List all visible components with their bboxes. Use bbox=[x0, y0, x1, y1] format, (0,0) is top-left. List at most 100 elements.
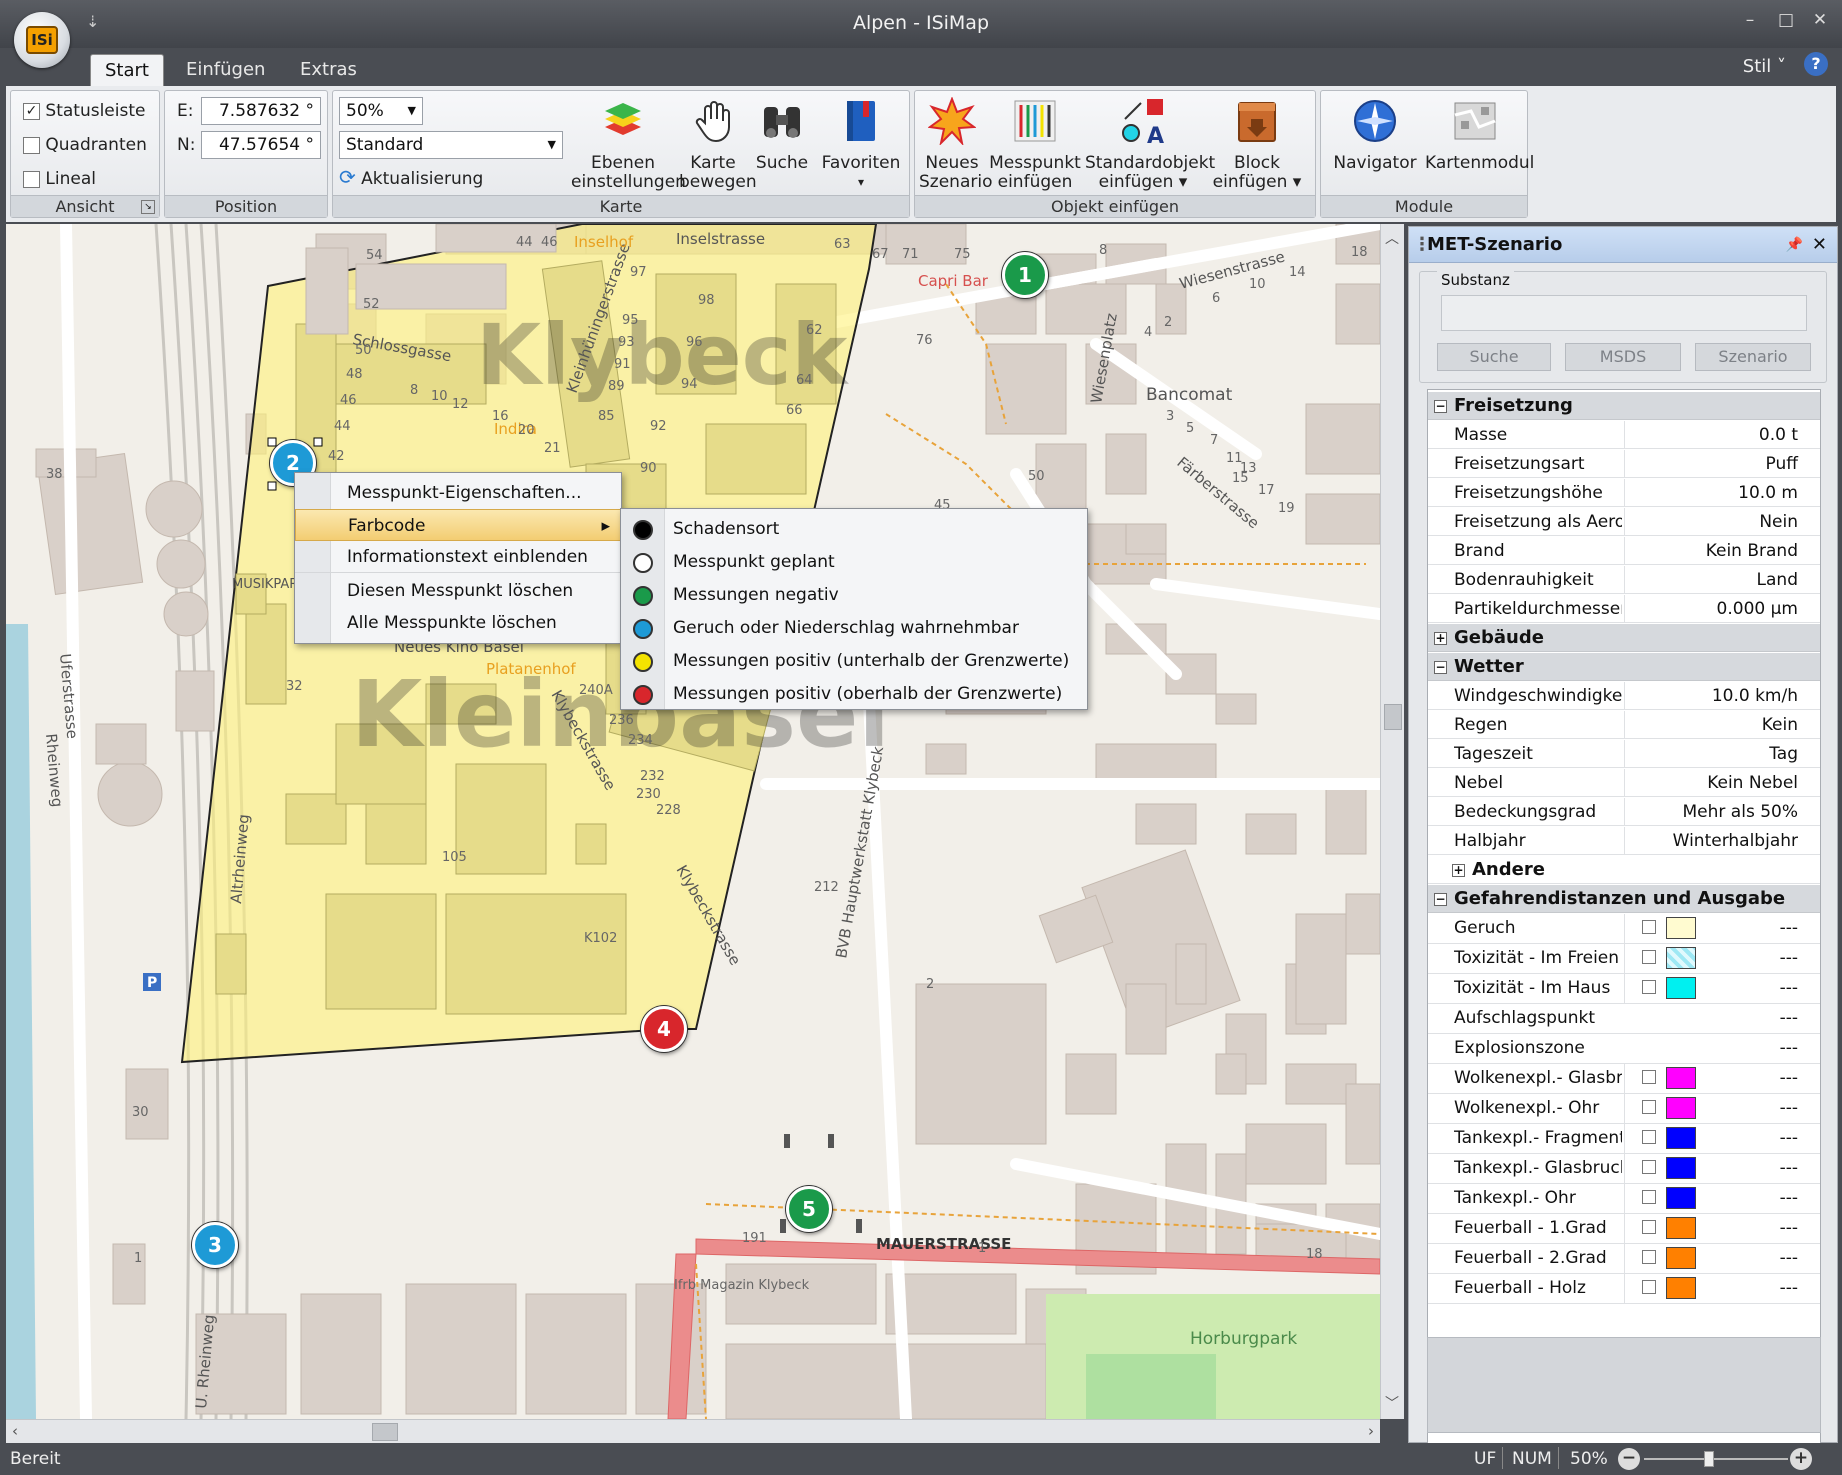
property-value[interactable]: Tag bbox=[1769, 744, 1798, 764]
output-row[interactable]: Tankexpl.- Fragment --- bbox=[1428, 1124, 1820, 1154]
output-row[interactable]: Toxizität - Im Haus --- bbox=[1428, 974, 1820, 1004]
output-checkbox[interactable] bbox=[1642, 1250, 1656, 1264]
tab-start[interactable]: Start bbox=[90, 54, 164, 86]
checkbox-lineal[interactable]: Lineal bbox=[23, 169, 96, 189]
grip-icon[interactable]: ⋮ bbox=[1413, 227, 1431, 263]
measurement-point-4[interactable]: 4 bbox=[641, 1006, 687, 1052]
refresh-button[interactable]: ⟳ Aktualisierung bbox=[339, 165, 483, 189]
property-value[interactable]: Kein Brand bbox=[1706, 541, 1798, 561]
measurement-point-1[interactable]: 1 bbox=[1002, 252, 1048, 298]
checkbox-statusleiste[interactable]: ✓ Statusleiste bbox=[23, 101, 145, 121]
insert-block-button[interactable]: Block einfügen ▾ bbox=[1205, 97, 1309, 197]
checkbox-quadranten[interactable]: Quadranten bbox=[23, 135, 147, 155]
collapse-icon[interactable]: − bbox=[1434, 400, 1447, 413]
output-row[interactable]: Feuerball - Holz --- bbox=[1428, 1274, 1820, 1304]
color-swatch[interactable] bbox=[1666, 1247, 1696, 1269]
navigator-button[interactable]: Navigator bbox=[1327, 97, 1423, 197]
pan-map-button[interactable]: Karte bewegen bbox=[679, 97, 757, 197]
collapse-icon[interactable]: − bbox=[1434, 893, 1447, 906]
scroll-right-icon[interactable]: › bbox=[1368, 1422, 1374, 1440]
property-row[interactable]: Windgeschwindigkeit 10.0 km/h bbox=[1428, 682, 1820, 710]
tab-einfuegen[interactable]: Einfügen bbox=[172, 54, 279, 86]
property-value[interactable]: Winterhalbjahr bbox=[1673, 831, 1798, 851]
output-checkbox[interactable] bbox=[1642, 950, 1656, 964]
favorites-button[interactable]: Favoriten ▾ bbox=[819, 97, 903, 197]
output-row[interactable]: Aufschlagspunkt --- bbox=[1428, 1004, 1820, 1034]
check-icon[interactable]: ✓ bbox=[23, 102, 40, 120]
color-swatch[interactable] bbox=[1666, 977, 1696, 999]
menu-item-delete-all[interactable]: Alle Messpunkte löschen bbox=[295, 607, 621, 639]
zoom-in-icon[interactable]: + bbox=[1790, 1448, 1812, 1470]
layers-button[interactable]: Ebenen einstellungen bbox=[571, 97, 686, 197]
output-row[interactable]: Tankexpl.- Glasbruch --- bbox=[1428, 1154, 1820, 1184]
property-value[interactable]: 10.0 km/h bbox=[1712, 686, 1798, 706]
panel-szenario-button[interactable]: Szenario bbox=[1695, 343, 1811, 371]
scroll-thumb[interactable] bbox=[1384, 704, 1402, 730]
panel-msds-button[interactable]: MSDS bbox=[1565, 343, 1681, 371]
output-row[interactable]: Wolkenexpl.- Ohr --- bbox=[1428, 1094, 1820, 1124]
latitude-input[interactable]: 47.57654 ° bbox=[201, 131, 321, 159]
unchecked-box[interactable] bbox=[23, 170, 40, 188]
scroll-up-icon[interactable]: ︿ bbox=[1385, 228, 1399, 248]
property-value[interactable]: Puff bbox=[1766, 454, 1798, 474]
color-option-positiv-unter[interactable]: Messungen positiv (unterhalb der Grenzwe… bbox=[621, 645, 1087, 677]
property-value[interactable]: Kein Nebel bbox=[1707, 773, 1798, 793]
menu-item-farbcode[interactable]: Farbcode ▸ bbox=[295, 509, 621, 541]
measurement-point-5[interactable]: 5 bbox=[786, 1186, 832, 1232]
property-row[interactable]: Brand Kein Brand bbox=[1428, 537, 1820, 565]
color-option-positiv-ober[interactable]: Messungen positiv (oberhalb der Grenzwer… bbox=[621, 678, 1087, 710]
map-vertical-scrollbar[interactable]: ︿ ﹀ bbox=[1380, 224, 1404, 1419]
property-value[interactable]: 10.0 m bbox=[1738, 483, 1798, 503]
output-row[interactable]: Wolkenexpl.- Glasbruch --- bbox=[1428, 1064, 1820, 1094]
search-button[interactable]: Suche bbox=[751, 97, 813, 197]
output-checkbox[interactable] bbox=[1642, 920, 1656, 934]
expand-icon[interactable]: + bbox=[1434, 632, 1447, 645]
property-row[interactable]: Freisetzungshöhe 10.0 m bbox=[1428, 479, 1820, 507]
map-style-select[interactable]: Standard ▼ bbox=[339, 131, 563, 159]
property-value[interactable]: Land bbox=[1757, 570, 1798, 590]
map-view[interactable]: Klybeck Kleinbasel Uferstrasse Rheinweg … bbox=[6, 224, 1380, 1419]
pin-icon[interactable]: 📌 bbox=[1786, 227, 1803, 263]
property-row[interactable]: Bedeckungsgrad Mehr als 50% bbox=[1428, 798, 1820, 826]
output-checkbox[interactable] bbox=[1642, 1280, 1656, 1294]
property-row[interactable]: Nebel Kein Nebel bbox=[1428, 769, 1820, 797]
section-gebaeude[interactable]: + Gebäude bbox=[1428, 624, 1820, 652]
property-row[interactable]: Bodenrauhigkeit Land bbox=[1428, 566, 1820, 594]
quick-access-icon[interactable]: ⇣ bbox=[86, 12, 99, 31]
property-value[interactable]: 0.0 t bbox=[1759, 425, 1798, 445]
section-andere[interactable]: + Andere bbox=[1428, 856, 1820, 884]
panel-search-button[interactable]: Suche bbox=[1437, 343, 1551, 371]
property-row[interactable]: Masse 0.0 t bbox=[1428, 421, 1820, 449]
color-swatch[interactable] bbox=[1666, 947, 1696, 969]
menu-item-info-text[interactable]: Informationstext einblenden bbox=[295, 541, 621, 573]
section-freisetzung[interactable]: − Freisetzung bbox=[1428, 392, 1820, 420]
property-value[interactable]: Nein bbox=[1759, 512, 1798, 532]
output-checkbox[interactable] bbox=[1642, 980, 1656, 994]
color-swatch[interactable] bbox=[1666, 1097, 1696, 1119]
zoom-out-icon[interactable]: − bbox=[1618, 1448, 1640, 1470]
tab-extras[interactable]: Extras bbox=[286, 54, 371, 86]
output-checkbox[interactable] bbox=[1642, 1190, 1656, 1204]
color-option-negativ[interactable]: Messungen negativ bbox=[621, 579, 1087, 611]
scroll-thumb[interactable] bbox=[372, 1423, 398, 1441]
measurement-point-3[interactable]: 3 bbox=[192, 1222, 238, 1268]
color-swatch[interactable] bbox=[1666, 1277, 1696, 1299]
zoom-slider-thumb[interactable] bbox=[1703, 1451, 1714, 1467]
expand-icon[interactable]: + bbox=[1452, 864, 1465, 877]
help-icon[interactable]: ? bbox=[1804, 52, 1828, 76]
output-row[interactable]: Explosionszone --- bbox=[1428, 1034, 1820, 1064]
insert-measure-point-button[interactable]: Messpunkt einfügen bbox=[989, 97, 1081, 197]
color-swatch[interactable] bbox=[1666, 1067, 1696, 1089]
color-option-geruch[interactable]: Geruch oder Niederschlag wahrnehmbar bbox=[621, 612, 1087, 644]
section-gefahrendistanzen[interactable]: − Gefahrendistanzen und Ausgabe bbox=[1428, 885, 1820, 913]
output-row[interactable]: Geruch --- bbox=[1428, 914, 1820, 944]
menu-item-properties[interactable]: Messpunkt-Eigenschaften... bbox=[295, 477, 621, 509]
property-row[interactable]: Regen Kein bbox=[1428, 711, 1820, 739]
property-row[interactable]: Freisetzungsart Puff bbox=[1428, 450, 1820, 478]
style-menu[interactable]: Stil ˅ bbox=[1743, 56, 1786, 77]
output-row[interactable]: Tankexpl.- Ohr --- bbox=[1428, 1184, 1820, 1214]
property-row[interactable]: Halbjahr Winterhalbjahr bbox=[1428, 827, 1820, 855]
property-value[interactable]: Mehr als 50% bbox=[1683, 802, 1798, 822]
section-wetter[interactable]: − Wetter bbox=[1428, 653, 1820, 681]
color-swatch[interactable] bbox=[1666, 1157, 1696, 1179]
